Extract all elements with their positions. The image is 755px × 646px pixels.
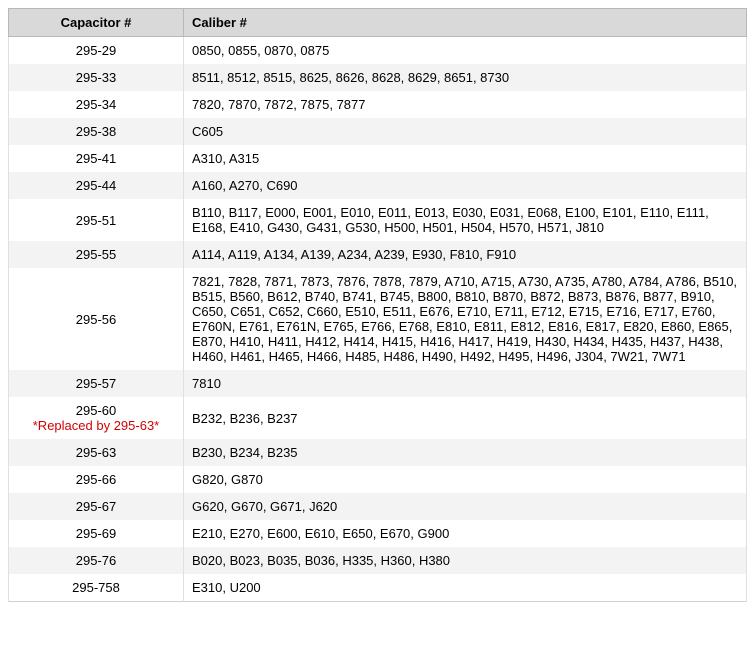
caliber-cell: 7820, 7870, 7872, 7875, 7877 (184, 91, 747, 118)
capacitor-cell: 295-44 (9, 172, 184, 199)
capacitor-cell: 295-57 (9, 370, 184, 397)
capacitor-note: *Replaced by 295-63* (17, 418, 175, 433)
capacitor-cell: 295-34 (9, 91, 184, 118)
header-caliber: Caliber # (184, 9, 747, 37)
caliber-cell: B110, B117, E000, E001, E010, E011, E013… (184, 199, 747, 241)
capacitor-number: 295-60 (76, 403, 116, 418)
table-row: 295-60*Replaced by 295-63*B232, B236, B2… (9, 397, 747, 439)
table-row: 295-66 G820, G870 (9, 466, 747, 493)
capacitor-cell: 295-41 (9, 145, 184, 172)
table-row: 295-44 A160, A270, C690 (9, 172, 747, 199)
capacitor-number: 295-69 (76, 526, 116, 541)
caliber-cell: B232, B236, B237 (184, 397, 747, 439)
table-row: 295-67 G620, G670, G671, J620 (9, 493, 747, 520)
capacitor-number: 295-56 (76, 312, 116, 327)
caliber-cell: B020, B023, B035, B036, H335, H360, H380 (184, 547, 747, 574)
capacitor-number: 295-41 (76, 151, 116, 166)
capacitor-cell: 295-29 (9, 37, 184, 65)
caliber-cell: A310, A315 (184, 145, 747, 172)
capacitor-cell: 295-69 (9, 520, 184, 547)
capacitor-cell: 295-758 (9, 574, 184, 602)
capacitor-number: 295-758 (72, 580, 120, 595)
caliber-cell: E310, U200 (184, 574, 747, 602)
capacitor-number: 295-66 (76, 472, 116, 487)
table-row: 295-29 0850, 0855, 0870, 0875 (9, 37, 747, 65)
table-row: 295-758 E310, U200 (9, 574, 747, 602)
capacitor-number: 295-51 (76, 213, 116, 228)
header-capacitor: Capacitor # (9, 9, 184, 37)
capacitor-cell: 295-66 (9, 466, 184, 493)
capacitor-cell: 295-67 (9, 493, 184, 520)
caliber-cell: 0850, 0855, 0870, 0875 (184, 37, 747, 65)
capacitor-number: 295-34 (76, 97, 116, 112)
caliber-cell: 8511, 8512, 8515, 8625, 8626, 8628, 8629… (184, 64, 747, 91)
table-row: 295-63 B230, B234, B235 (9, 439, 747, 466)
capacitor-cell: 295-56 (9, 268, 184, 370)
table-row: 295-41 A310, A315 (9, 145, 747, 172)
table-row: 295-38 C605 (9, 118, 747, 145)
caliber-cell: G620, G670, G671, J620 (184, 493, 747, 520)
table-row: 295-51 B110, B117, E000, E001, E010, E011… (9, 199, 747, 241)
capacitor-number: 295-44 (76, 178, 116, 193)
capacitor-cell: 295-76 (9, 547, 184, 574)
capacitor-caliber-table: Capacitor # Caliber # 295-29 0850, 0855, … (8, 8, 747, 602)
table-row: 295-57 7810 (9, 370, 747, 397)
table-row: 295-69 E210, E270, E600, E610, E650, E670… (9, 520, 747, 547)
capacitor-cell: 295-51 (9, 199, 184, 241)
caliber-cell: C605 (184, 118, 747, 145)
caliber-cell: A114, A119, A134, A139, A234, A239, E930… (184, 241, 747, 268)
capacitor-cell: 295-33 (9, 64, 184, 91)
capacitor-number: 295-29 (76, 43, 116, 58)
capacitor-number: 295-57 (76, 376, 116, 391)
capacitor-number: 295-63 (76, 445, 116, 460)
caliber-cell: G820, G870 (184, 466, 747, 493)
table-row: 295-33 8511, 8512, 8515, 8625, 8626, 8628… (9, 64, 747, 91)
capacitor-number: 295-55 (76, 247, 116, 262)
capacitor-cell: 295-63 (9, 439, 184, 466)
capacitor-number: 295-33 (76, 70, 116, 85)
caliber-cell: E210, E270, E600, E610, E650, E670, G900 (184, 520, 747, 547)
capacitor-cell: 295-55 (9, 241, 184, 268)
caliber-cell: 7810 (184, 370, 747, 397)
capacitor-number: 295-67 (76, 499, 116, 514)
table-row: 295-34 7820, 7870, 7872, 7875, 7877 (9, 91, 747, 118)
capacitor-number: 295-38 (76, 124, 116, 139)
table-row: 295-55 A114, A119, A134, A139, A234, A239… (9, 241, 747, 268)
table-row: 295-76 B020, B023, B035, B036, H335, H360… (9, 547, 747, 574)
caliber-cell: A160, A270, C690 (184, 172, 747, 199)
capacitor-cell: 295-60*Replaced by 295-63* (9, 397, 184, 439)
table-row: 295-56 7821, 7828, 7871, 7873, 7876, 7878… (9, 268, 747, 370)
capacitor-number: 295-76 (76, 553, 116, 568)
caliber-cell: 7821, 7828, 7871, 7873, 7876, 7878, 7879… (184, 268, 747, 370)
capacitor-cell: 295-38 (9, 118, 184, 145)
caliber-cell: B230, B234, B235 (184, 439, 747, 466)
